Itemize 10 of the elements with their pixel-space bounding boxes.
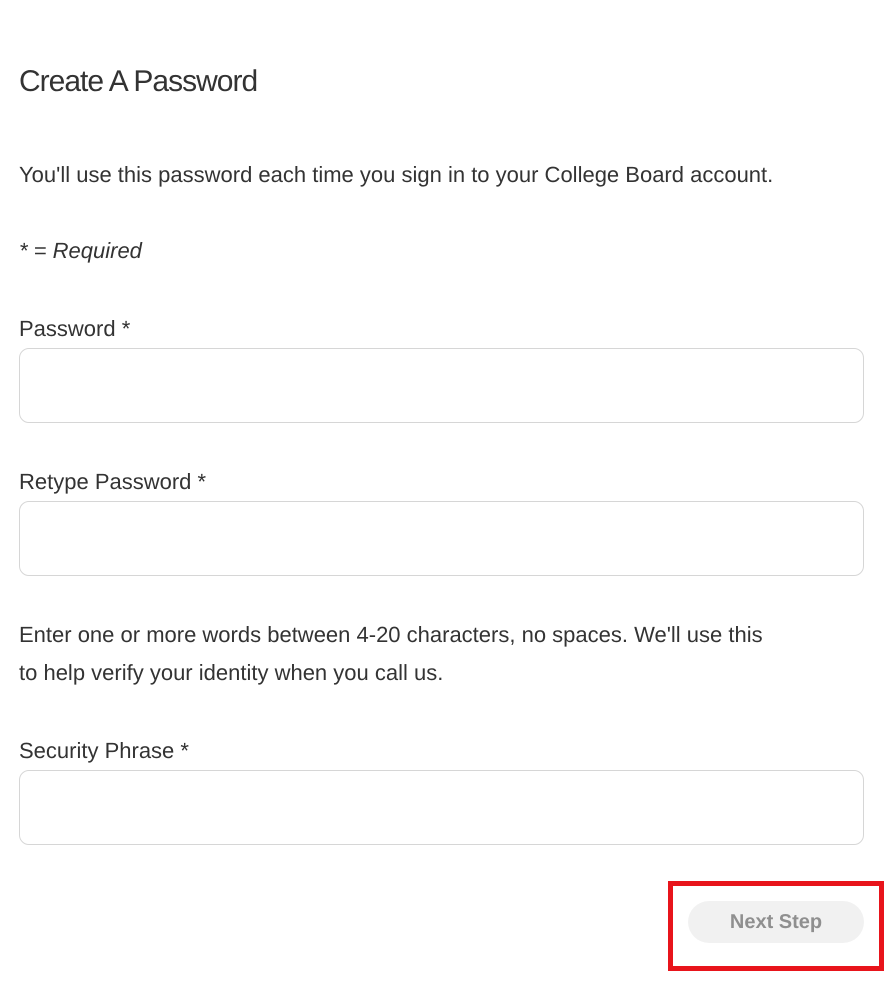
- hint-text: Enter one or more words between 4-20 characters, no spaces. We'll use this to help verify your identity when you call us.: [19, 621, 764, 687]
- page-title: Create A Password: [19, 64, 258, 100]
- field-label: Password *: [19, 315, 132, 343]
- field-label: Retype Password *: [19, 468, 208, 496]
- input-field[interactable]: [19, 501, 864, 576]
- field-label: Security Phrase *: [19, 737, 190, 765]
- input-field[interactable]: [19, 348, 864, 423]
- required-note: * = Required: [19, 237, 144, 265]
- intro-text: You'll use this password each time you sign in to your College Board account.: [19, 161, 774, 189]
- input-field[interactable]: [19, 770, 864, 845]
